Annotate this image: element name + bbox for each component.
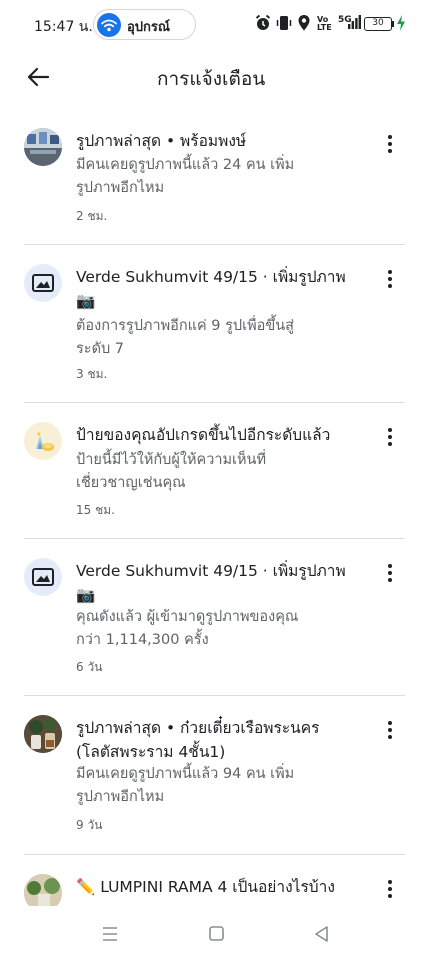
- notification-body-line: ระดับ 7: [76, 341, 125, 357]
- photo-thumbnail-avatar: [24, 128, 62, 166]
- notification-body-line: รูปภาพอีกไหม: [76, 180, 165, 196]
- badge-avatar: [24, 422, 62, 460]
- more-options-button[interactable]: [380, 425, 400, 449]
- notification-title-line: (โลตัสพระราม 4ชั้น1): [76, 743, 226, 761]
- battery-level: 30: [372, 18, 384, 28]
- more-options-button[interactable]: [380, 718, 400, 742]
- notification-title: Verde Sukhumvit 49/15 · เพิ่มรูปภาพ 📷: [76, 559, 366, 607]
- notification-item[interactable]: Verde Sukhumvit 49/15 · เพิ่มรูปภาพ 📷 คุ…: [0, 539, 429, 695]
- recents-button[interactable]: [98, 922, 122, 946]
- back-icon: [315, 926, 328, 942]
- notification-time: 9 วัน: [76, 818, 103, 832]
- more-options-button[interactable]: [380, 561, 400, 585]
- notification-title: ป้ายของคุณอัปเกรดขึ้นไปอีกระดับแล้ว: [76, 426, 331, 444]
- device-chip[interactable]: อุปกรณ์: [93, 9, 196, 40]
- photo-thumbnail-avatar: [24, 715, 62, 753]
- status-time: 15:47 น.: [34, 19, 93, 35]
- badge-icon: [36, 432, 54, 451]
- notification-item[interactable]: รูปภาพล่าสุด • ก๋วยเตี๋ยวเรือพระนคร (โลต…: [0, 696, 429, 854]
- notification-body-line: มีคนเคยดูรูปภาพนี้แล้ว 24 คน เพิ่ม: [76, 157, 295, 173]
- notification-body-line: รูปภาพอีกไหม: [76, 789, 165, 805]
- notification-time: 2 ชม.: [76, 209, 108, 223]
- recents-icon: [103, 927, 117, 941]
- nav-back-button[interactable]: [310, 922, 334, 946]
- notification-body: ต้องการรูปภาพอีกแค่ 9 รูปเพื่อขึ้นสู่ ระ…: [76, 315, 366, 361]
- notification-title-line: Verde Sukhumvit 49/15 · เพิ่มรูปภาพ: [76, 268, 346, 286]
- volte-icon: Vo LTE: [317, 16, 332, 32]
- notification-title-line: รูปภาพล่าสุด • ก๋วยเตี๋ยวเรือพระนคร: [76, 719, 320, 737]
- camera-emoji: 📷: [76, 292, 96, 310]
- notification-title: Verde Sukhumvit 49/15 · เพิ่มรูปภาพ 📷: [76, 265, 366, 313]
- notification-body: ป้ายนี้มีไว้ให้กับผู้ให้ความเห็นที่ เชี่…: [76, 449, 366, 495]
- location-icon: [298, 15, 310, 31]
- status-bar: 15:47 น. อุปกรณ์ Vo LTE 5G 30: [0, 0, 429, 48]
- charging-icon: [397, 15, 405, 31]
- notification-item[interactable]: ป้ายของคุณอัปเกรดขึ้นไปอีกระดับแล้ว ป้าย…: [0, 403, 429, 538]
- notification-body-line: กว่า 1,114,300 ครั้ง: [76, 632, 209, 648]
- alarm-icon: [255, 14, 271, 30]
- notification-title-line: Verde Sukhumvit 49/15 · เพิ่มรูปภาพ: [76, 562, 346, 580]
- notification-body-line: ป้ายนี้มีไว้ให้กับผู้ให้ความเห็นที่: [76, 452, 267, 468]
- notification-body: มีคนเคยดูรูปภาพนี้แล้ว 24 คน เพิ่ม รูปภา…: [76, 154, 366, 200]
- battery-icon: 30: [364, 17, 392, 31]
- vibrate-icon: [276, 16, 292, 30]
- status-icons: Vo LTE 5G 30: [255, 14, 405, 34]
- notification-body-line: มีคนเคยดูรูปภาพนี้แล้ว 94 คน เพิ่ม: [76, 766, 295, 782]
- wifi-device-icon: [97, 13, 121, 37]
- notification-body-line: เชี่ยวชาญเช่นคุณ: [76, 475, 186, 491]
- page-title: การแจ้งเตือน: [157, 68, 266, 90]
- notification-body-line: คุณดังแล้ว ผู้เข้ามาดูรูปภาพของคุณ: [76, 609, 299, 625]
- arrow-back-icon: [27, 67, 50, 87]
- signal-icon: [348, 15, 361, 29]
- battery-tip: [392, 21, 394, 27]
- more-options-button[interactable]: [380, 877, 400, 901]
- notification-item[interactable]: Verde Sukhumvit 49/15 · เพิ่มรูปภาพ 📷 ต้…: [0, 245, 429, 403]
- device-chip-label: อุปกรณ์: [127, 20, 170, 35]
- photo-thumbnail-avatar: [24, 874, 62, 906]
- notification-body: มีคนเคยดูรูปภาพนี้แล้ว 94 คน เพิ่ม รูปภา…: [76, 763, 366, 809]
- system-nav-bar: [0, 906, 429, 960]
- notification-time: 3 ชม.: [76, 367, 108, 381]
- camera-emoji: 📷: [76, 586, 96, 604]
- more-options-button[interactable]: [380, 132, 400, 156]
- notification-item[interactable]: ✏️ LUMPINI RAMA 4 เป็นอย่างไรบ้าง: [0, 855, 429, 906]
- photo-add-avatar: [24, 558, 62, 596]
- notification-title: ✏️ LUMPINI RAMA 4 เป็นอย่างไรบ้าง: [76, 878, 335, 896]
- notification-title: รูปภาพล่าสุด • พร้อมพงษ์: [76, 132, 247, 150]
- notification-time: 6 วัน: [76, 660, 103, 674]
- photo-add-icon: [32, 568, 54, 586]
- notification-title: รูปภาพล่าสุด • ก๋วยเตี๋ยวเรือพระนคร (โลต…: [76, 716, 366, 764]
- home-button[interactable]: [204, 922, 228, 946]
- notification-item[interactable]: รูปภาพล่าสุด • พร้อมพงษ์ มีคนเคยดูรูปภาพ…: [0, 104, 429, 245]
- photo-add-avatar: [24, 264, 62, 302]
- home-icon: [209, 926, 224, 941]
- photo-add-icon: [32, 274, 54, 292]
- back-button[interactable]: [22, 61, 54, 93]
- notification-body: คุณดังแล้ว ผู้เข้ามาดูรูปภาพของคุณ กว่า …: [76, 606, 366, 652]
- notification-time: 15 ชม.: [76, 503, 115, 517]
- volte-bottom-label: LTE: [317, 23, 332, 32]
- more-options-button[interactable]: [380, 267, 400, 291]
- notification-body-line: ต้องการรูปภาพอีกแค่ 9 รูปเพื่อขึ้นสู่: [76, 318, 295, 334]
- app-bar: การแจ้งเตือน: [0, 48, 429, 104]
